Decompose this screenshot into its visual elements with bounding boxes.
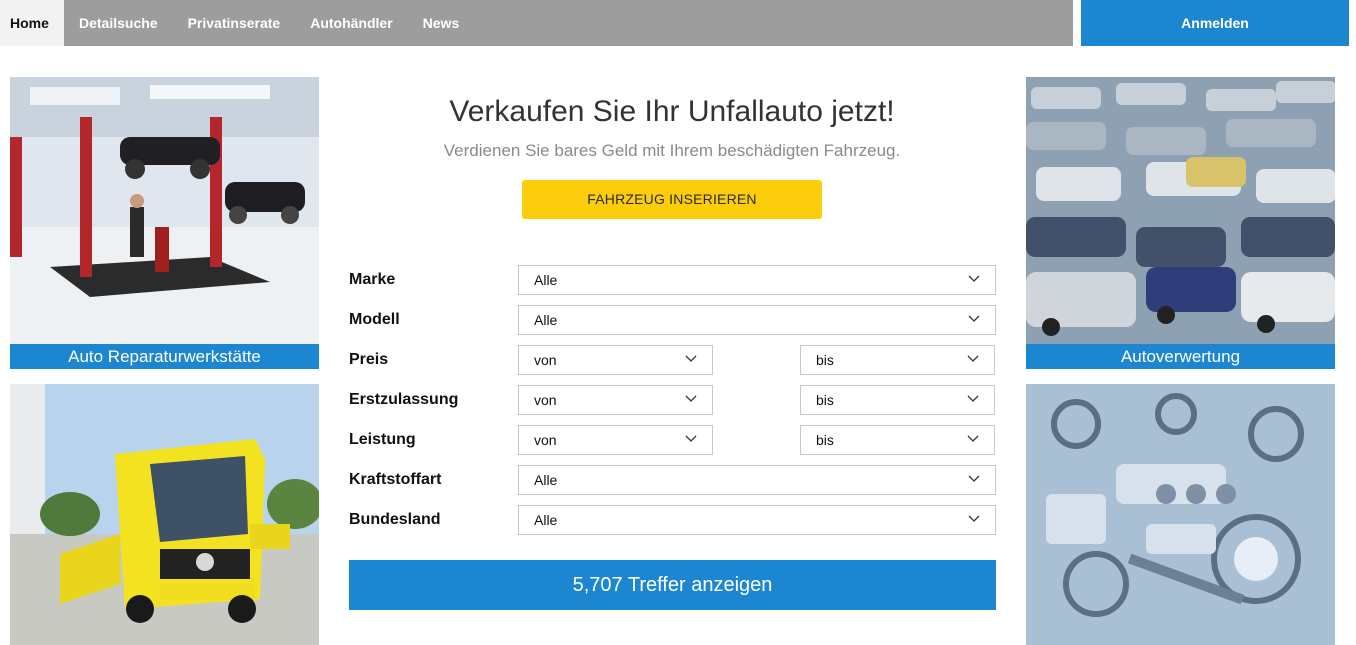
bundesland-label: Bundesland xyxy=(349,511,441,528)
form-row-marke: Marke Alle xyxy=(349,265,996,295)
chevron-down-icon xyxy=(685,395,697,402)
leistung-from-value: von xyxy=(534,432,557,448)
erstzulassung-to-value: bis xyxy=(816,392,834,408)
nav-detailsuche[interactable]: Detailsuche xyxy=(64,0,173,46)
modell-select[interactable]: Alle xyxy=(518,305,996,335)
preis-from-value: von xyxy=(534,352,557,368)
form-row-leistung: Leistung von bis xyxy=(349,425,996,455)
preis-label: Preis xyxy=(349,351,389,368)
form-row-modell: Modell Alle xyxy=(349,305,996,335)
chevron-down-icon xyxy=(685,435,697,442)
workshop-image xyxy=(10,77,319,344)
main-nav: Home Detailsuche Privatinserate Autohänd… xyxy=(0,0,1073,46)
kraftstoffart-label: Kraftstoffart xyxy=(349,471,442,488)
marke-select[interactable]: Alle xyxy=(518,265,996,295)
leistung-from-select[interactable]: von xyxy=(518,425,713,455)
kraftstoffart-select-value: Alle xyxy=(534,472,558,488)
preis-to-select[interactable]: bis xyxy=(800,345,995,375)
car-parts-image xyxy=(1026,384,1335,645)
form-row-erstzulassung: Erstzulassung von bis xyxy=(349,385,996,415)
page-subtitle: Verdienen Sie bares Geld mit Ihrem besch… xyxy=(443,141,901,160)
erstzulassung-label: Erstzulassung xyxy=(349,391,459,408)
chevron-down-icon xyxy=(968,475,980,482)
erstzulassung-to-select[interactable]: bis xyxy=(800,385,995,415)
chevron-down-icon xyxy=(967,355,979,362)
erstzulassung-from-select[interactable]: von xyxy=(518,385,713,415)
preis-to-value: bis xyxy=(816,352,834,368)
tile-car-parts[interactable] xyxy=(1026,384,1335,645)
chevron-down-icon xyxy=(967,435,979,442)
nav-autohaendler[interactable]: Autohändler xyxy=(295,0,407,46)
chevron-down-icon xyxy=(685,355,697,362)
bundesland-select-value: Alle xyxy=(534,512,558,528)
modell-label: Modell xyxy=(349,311,400,328)
tile-tow-truck[interactable] xyxy=(10,384,319,645)
tile-caption-recycling: Autoverwertung xyxy=(1026,344,1335,369)
list-vehicle-button[interactable]: FAHRZEUG INSERIEREN xyxy=(522,180,822,219)
show-results-button[interactable]: 5,707 Treffer anzeigen xyxy=(349,560,996,610)
chevron-down-icon xyxy=(968,315,980,322)
tile-repair-workshop[interactable]: Auto Reparaturwerkstätte xyxy=(10,77,319,369)
chevron-down-icon xyxy=(967,395,979,402)
page-title: Verkaufen Sie Ihr Unfallauto jetzt! xyxy=(449,95,895,128)
leistung-to-value: bis xyxy=(816,432,834,448)
login-button[interactable]: Anmelden xyxy=(1081,0,1349,46)
tow-truck-image xyxy=(10,384,319,645)
modell-select-value: Alle xyxy=(534,312,558,328)
bundesland-select[interactable]: Alle xyxy=(518,505,996,535)
leistung-label: Leistung xyxy=(349,431,416,448)
marke-label: Marke xyxy=(349,271,396,288)
chevron-down-icon xyxy=(968,515,980,522)
nav-home[interactable]: Home xyxy=(0,0,64,46)
scrapyard-image xyxy=(1026,77,1335,344)
tile-caption-workshop: Auto Reparaturwerkstätte xyxy=(10,344,319,369)
leistung-to-select[interactable]: bis xyxy=(800,425,995,455)
preis-from-select[interactable]: von xyxy=(518,345,713,375)
form-row-bundesland: Bundesland Alle xyxy=(349,505,996,535)
kraftstoffart-select[interactable]: Alle xyxy=(518,465,996,495)
marke-select-value: Alle xyxy=(534,272,558,288)
nav-privatinserate[interactable]: Privatinserate xyxy=(173,0,296,46)
chevron-down-icon xyxy=(968,275,980,282)
form-row-preis: Preis von bis xyxy=(349,345,996,375)
erstzulassung-from-value: von xyxy=(534,392,557,408)
form-row-kraftstoffart: Kraftstoffart Alle xyxy=(349,465,996,495)
nav-news[interactable]: News xyxy=(408,0,475,46)
tile-autoverwertung[interactable]: Autoverwertung xyxy=(1026,77,1335,369)
